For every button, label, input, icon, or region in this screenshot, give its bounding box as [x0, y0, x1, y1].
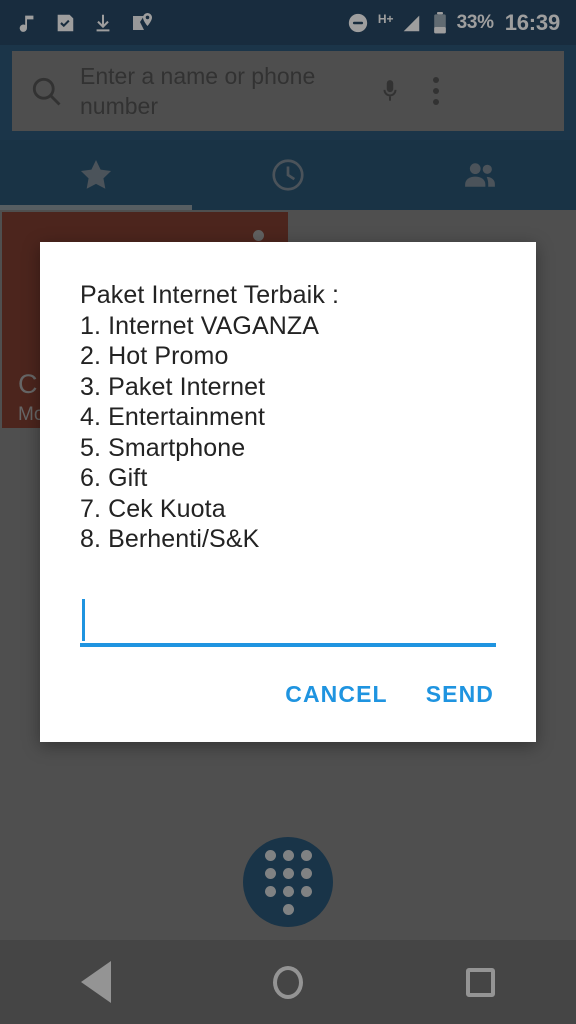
dialog-input-wrapper: [80, 592, 496, 649]
text-cursor: [82, 598, 85, 641]
ussd-dialog: Paket Internet Terbaik : 1. Internet VAG…: [40, 242, 536, 742]
dialog-action-row: CANCEL SEND: [40, 649, 536, 742]
dialog-reply-input[interactable]: [80, 592, 496, 647]
phone-screen: H+ 33% 16:39 Enter a name or phone numbe…: [0, 0, 576, 1024]
cancel-button[interactable]: CANCEL: [283, 677, 389, 712]
dialog-message-text: Paket Internet Terbaik : 1. Internet VAG…: [80, 281, 340, 553]
send-button[interactable]: SEND: [424, 677, 496, 712]
